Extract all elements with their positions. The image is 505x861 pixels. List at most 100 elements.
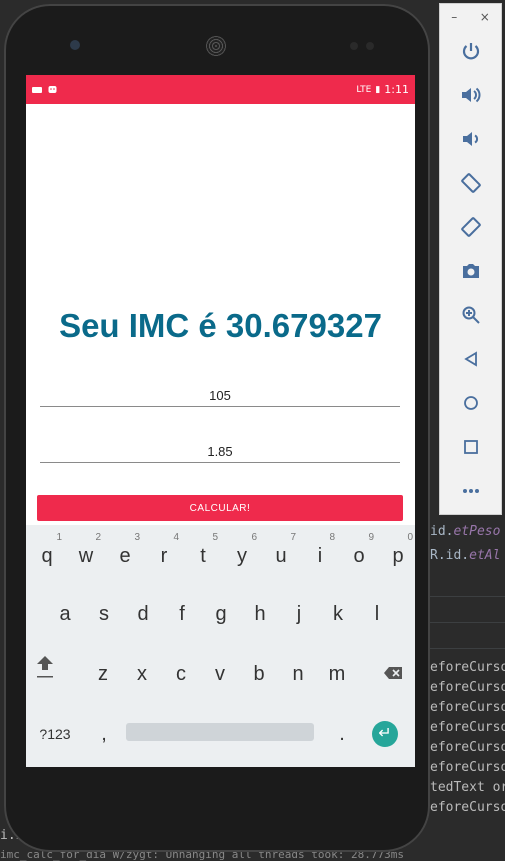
key-b[interactable]: b [240, 649, 278, 699]
key-s[interactable]: s [85, 589, 123, 639]
ide-log-line: eforeCurso [430, 700, 505, 715]
key-hint: 8 [329, 532, 335, 543]
key-label: o [353, 545, 365, 567]
key-e[interactable]: e3 [106, 531, 144, 581]
ide-log-line: eforeCurso [430, 660, 505, 675]
key-u[interactable]: u7 [262, 531, 300, 581]
home-icon[interactable] [456, 388, 486, 418]
zoom-icon[interactable] [456, 300, 486, 330]
ide-divider [430, 596, 505, 597]
key-label: v [215, 663, 225, 685]
key-c[interactable]: c [162, 649, 200, 699]
rotate-right-icon[interactable] [456, 212, 486, 242]
soft-keyboard: q1w2e3r4t5y6u7i8o9p0 asdfghjkl zxcvbnm ?… [26, 525, 415, 767]
key-label: y [237, 545, 247, 567]
period-key[interactable]: . [322, 709, 362, 759]
key-label: n [292, 663, 304, 685]
keyboard-row: zxcvbnm [26, 649, 415, 707]
keyboard-row: q1w2e3r4t5y6u7i8o9p0 [26, 531, 415, 589]
key-label: w [78, 545, 94, 567]
key-v[interactable]: v [201, 649, 239, 699]
power-icon[interactable] [456, 36, 486, 66]
enter-key[interactable]: ↵ [372, 721, 398, 747]
camera-icon[interactable] [456, 256, 486, 286]
key-g[interactable]: g [202, 589, 240, 639]
volume-up-icon[interactable] [456, 80, 486, 110]
ide-divider [430, 648, 505, 649]
key-label: u [275, 545, 287, 567]
key-o[interactable]: o9 [340, 531, 378, 581]
key-label: p [392, 545, 404, 567]
ide-code-line-1: id.etPeso [430, 524, 501, 539]
key-label: m [328, 663, 346, 685]
key-label: f [179, 603, 185, 625]
key-d[interactable]: d [124, 589, 162, 639]
key-label: q [41, 545, 53, 567]
key-i[interactable]: i8 [301, 531, 339, 581]
key-label: i [317, 545, 323, 567]
comma-key[interactable]: , [84, 709, 124, 759]
key-m[interactable]: m [318, 649, 356, 699]
proximity-sensor [350, 42, 358, 50]
key-t[interactable]: t5 [184, 531, 222, 581]
phone-frame: LTE ▮ 1:11 Seu IMC é 30.679327 CALCULAR!… [4, 4, 430, 852]
key-label: s [99, 603, 109, 625]
ide-log-line: eforeCurso [430, 680, 505, 695]
key-label: r [160, 545, 168, 567]
key-label: e [119, 545, 131, 567]
minimize-button[interactable]: – [451, 10, 457, 24]
back-icon[interactable] [456, 344, 486, 374]
rotate-left-icon[interactable] [456, 168, 486, 198]
ide-log-line: tedText or [430, 780, 505, 795]
key-label: b [253, 663, 265, 685]
symbols-key[interactable]: ?123 [34, 709, 76, 759]
key-hint: 1 [56, 532, 62, 543]
altura-input[interactable] [40, 440, 400, 463]
key-label: l [374, 603, 380, 625]
key-label: g [215, 603, 227, 625]
key-z[interactable]: z [84, 649, 122, 699]
ide-log-line: eforeCurso [430, 740, 505, 755]
key-hint: 3 [134, 532, 140, 543]
key-hint: 7 [290, 532, 296, 543]
key-k[interactable]: k [319, 589, 357, 639]
peso-input[interactable] [40, 384, 400, 407]
signal-icon: LTE [356, 84, 372, 95]
key-r[interactable]: r4 [145, 531, 183, 581]
key-w[interactable]: w2 [67, 531, 105, 581]
key-f[interactable]: f [163, 589, 201, 639]
more-icon[interactable] [456, 476, 486, 506]
overview-icon[interactable] [456, 432, 486, 462]
key-j[interactable]: j [280, 589, 318, 639]
battery-icon: ▮ [375, 84, 381, 95]
key-label: j [296, 603, 302, 625]
key-label: d [137, 603, 149, 625]
key-label: c [176, 663, 186, 685]
key-a[interactable]: a [46, 589, 84, 639]
notification-icon [32, 86, 42, 93]
imc-result-text: Seu IMC é 30.679327 [59, 307, 382, 344]
backspace-key[interactable] [374, 649, 412, 699]
emulator-toolbar: – × [439, 3, 502, 515]
ide-code-line-2: R.id.etAl [430, 548, 501, 563]
ide-log-line: eforeCurso [430, 800, 505, 815]
volume-down-icon[interactable] [456, 124, 486, 154]
shift-key[interactable] [26, 649, 64, 699]
close-button[interactable]: × [480, 10, 490, 24]
key-x[interactable]: x [123, 649, 161, 699]
key-q[interactable]: q1 [28, 531, 66, 581]
key-p[interactable]: p0 [379, 531, 415, 581]
keyboard-row: as d f ghj k l [26, 589, 415, 647]
key-l[interactable]: l [358, 589, 396, 639]
space-key[interactable] [126, 723, 314, 741]
key-y[interactable]: y6 [223, 531, 261, 581]
key-h[interactable]: h [241, 589, 279, 639]
key-label: z [98, 663, 108, 685]
calcular-button[interactable]: CALCULAR! [37, 495, 403, 521]
key-label: x [137, 663, 147, 685]
key-n[interactable]: n [279, 649, 317, 699]
key-label: k [333, 603, 343, 625]
key-hint: 9 [368, 532, 374, 543]
proximity-sensor [366, 42, 374, 50]
key-hint: 0 [407, 532, 413, 543]
